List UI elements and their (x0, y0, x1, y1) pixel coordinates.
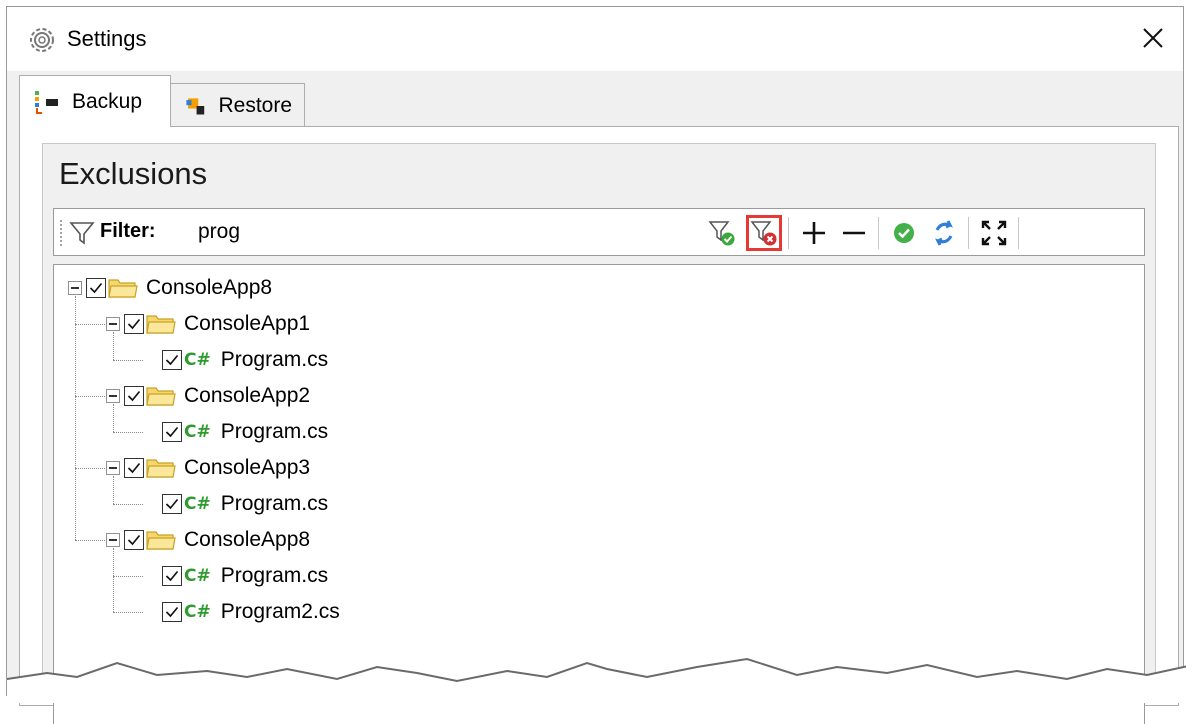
minus-icon (843, 231, 865, 235)
filter-toolbar: Filter: (53, 208, 1145, 256)
backup-tab-panel: Exclusions Filter: prog ConsoleApp8 Cons… (19, 126, 1179, 724)
node-checkbox[interactable] (124, 386, 144, 406)
tree-folder-node[interactable]: ConsoleApp1 (106, 307, 310, 341)
remove-button[interactable] (836, 215, 872, 251)
node-label: ConsoleApp3 (184, 456, 311, 479)
settings-window: Settings Backup Restore Exclusions Filte… (6, 6, 1186, 724)
tree-file-node[interactable]: C# Program.cs (144, 415, 328, 449)
tree-connector (113, 548, 114, 612)
node-checkbox[interactable] (162, 494, 182, 514)
filter-input[interactable] (192, 215, 704, 249)
node-checkbox[interactable] (162, 350, 182, 370)
check-circle-icon (894, 223, 914, 243)
tree-folder-node[interactable]: ConsoleApp2 (106, 379, 310, 413)
node-label: ConsoleApp1 (184, 312, 311, 335)
collapse-toggle[interactable] (106, 317, 120, 331)
csharp-file-icon: C# (184, 566, 211, 586)
collapse-toggle[interactable] (106, 461, 120, 475)
node-label: ConsoleApp8 (146, 276, 273, 299)
restore-icon (186, 97, 205, 114)
expand-icon (981, 220, 1007, 246)
node-label: Program.cs (220, 420, 329, 443)
csharp-file-icon: C# (184, 602, 211, 622)
close-icon (1143, 28, 1163, 48)
toolbar-separator (968, 217, 969, 249)
tree-connector (113, 576, 143, 577)
tree-folder-node[interactable]: ConsoleApp8 (68, 271, 272, 305)
tree-file-node[interactable]: C# Program.cs (144, 559, 328, 593)
tree-connector (113, 612, 143, 613)
add-button[interactable] (796, 215, 832, 251)
node-checkbox[interactable] (86, 278, 106, 298)
tree-connector (113, 360, 143, 361)
csharp-file-icon: C# (184, 422, 211, 442)
torn-edge (7, 657, 1186, 703)
collapse-toggle[interactable] (106, 389, 120, 403)
tree-file-node[interactable]: C# Program.cs (144, 343, 328, 377)
folder-icon (146, 529, 176, 551)
toolbar-separator (788, 217, 789, 249)
title-bar: Settings (7, 7, 1183, 71)
tree-connector (113, 504, 143, 505)
group-title: Exclusions (59, 156, 208, 191)
folder-icon (108, 277, 138, 299)
csharp-file-icon: C# (184, 350, 211, 370)
toolbar-separator (1018, 217, 1019, 249)
apply-filter-icon (708, 221, 735, 246)
clear-filter-button[interactable] (746, 215, 782, 251)
tab-backup-label: Backup (72, 89, 143, 113)
apply-filter-button[interactable] (704, 215, 740, 251)
tree-folder-node[interactable]: ConsoleApp3 (106, 451, 310, 485)
node-checkbox[interactable] (124, 458, 144, 478)
backup-icon (35, 90, 58, 114)
node-checkbox[interactable] (124, 314, 144, 334)
tab-backup[interactable]: Backup (19, 75, 171, 127)
tree-file-node[interactable]: C# Program.cs (144, 487, 328, 521)
expand-all-button[interactable] (976, 215, 1012, 251)
exclusions-group: Exclusions Filter: prog ConsoleApp8 Cons… (42, 143, 1156, 724)
tab-restore[interactable]: Restore (171, 83, 305, 127)
node-label: Program.cs (220, 564, 329, 587)
node-label: ConsoleApp8 (184, 528, 311, 551)
close-button[interactable] (1123, 7, 1183, 69)
tree-file-node[interactable]: C# Program2.cs (144, 595, 340, 629)
node-label: Program.cs (220, 348, 329, 371)
tab-restore-label: Restore (218, 93, 292, 117)
tree-folder-node[interactable]: ConsoleApp8 (106, 523, 310, 557)
node-checkbox[interactable] (162, 566, 182, 586)
tree-connector (113, 332, 114, 360)
refresh-button[interactable] (926, 215, 962, 251)
node-label: ConsoleApp2 (184, 384, 311, 407)
plus-icon (803, 222, 825, 244)
window-title: Settings (67, 26, 147, 51)
tree-connector (75, 468, 105, 469)
collapse-toggle[interactable] (68, 281, 82, 295)
node-checkbox[interactable] (162, 602, 182, 622)
folder-icon (146, 313, 176, 335)
folder-icon (146, 457, 176, 479)
tree-connector (113, 404, 114, 432)
collapse-toggle[interactable] (106, 533, 120, 547)
filter-label: Filter: (100, 220, 156, 242)
node-checkbox[interactable] (162, 422, 182, 442)
tree-connector (75, 540, 105, 541)
tree-connector (113, 432, 143, 433)
apply-button[interactable] (886, 215, 922, 251)
tree-connector (75, 396, 105, 397)
tree-connector (113, 476, 114, 504)
clear-filter-icon (750, 221, 777, 246)
gear-icon (30, 28, 54, 52)
node-checkbox[interactable] (124, 530, 144, 550)
refresh-icon (935, 220, 953, 246)
toolbar-separator (878, 217, 879, 249)
folder-icon (146, 385, 176, 407)
csharp-file-icon: C# (184, 494, 211, 514)
tree-connector (75, 324, 105, 325)
node-label: Program2.cs (220, 600, 340, 623)
funnel-icon (69, 222, 95, 245)
node-label: Program.cs (220, 492, 329, 515)
tree-connector (75, 296, 76, 540)
toolbar-grip[interactable] (59, 219, 63, 247)
